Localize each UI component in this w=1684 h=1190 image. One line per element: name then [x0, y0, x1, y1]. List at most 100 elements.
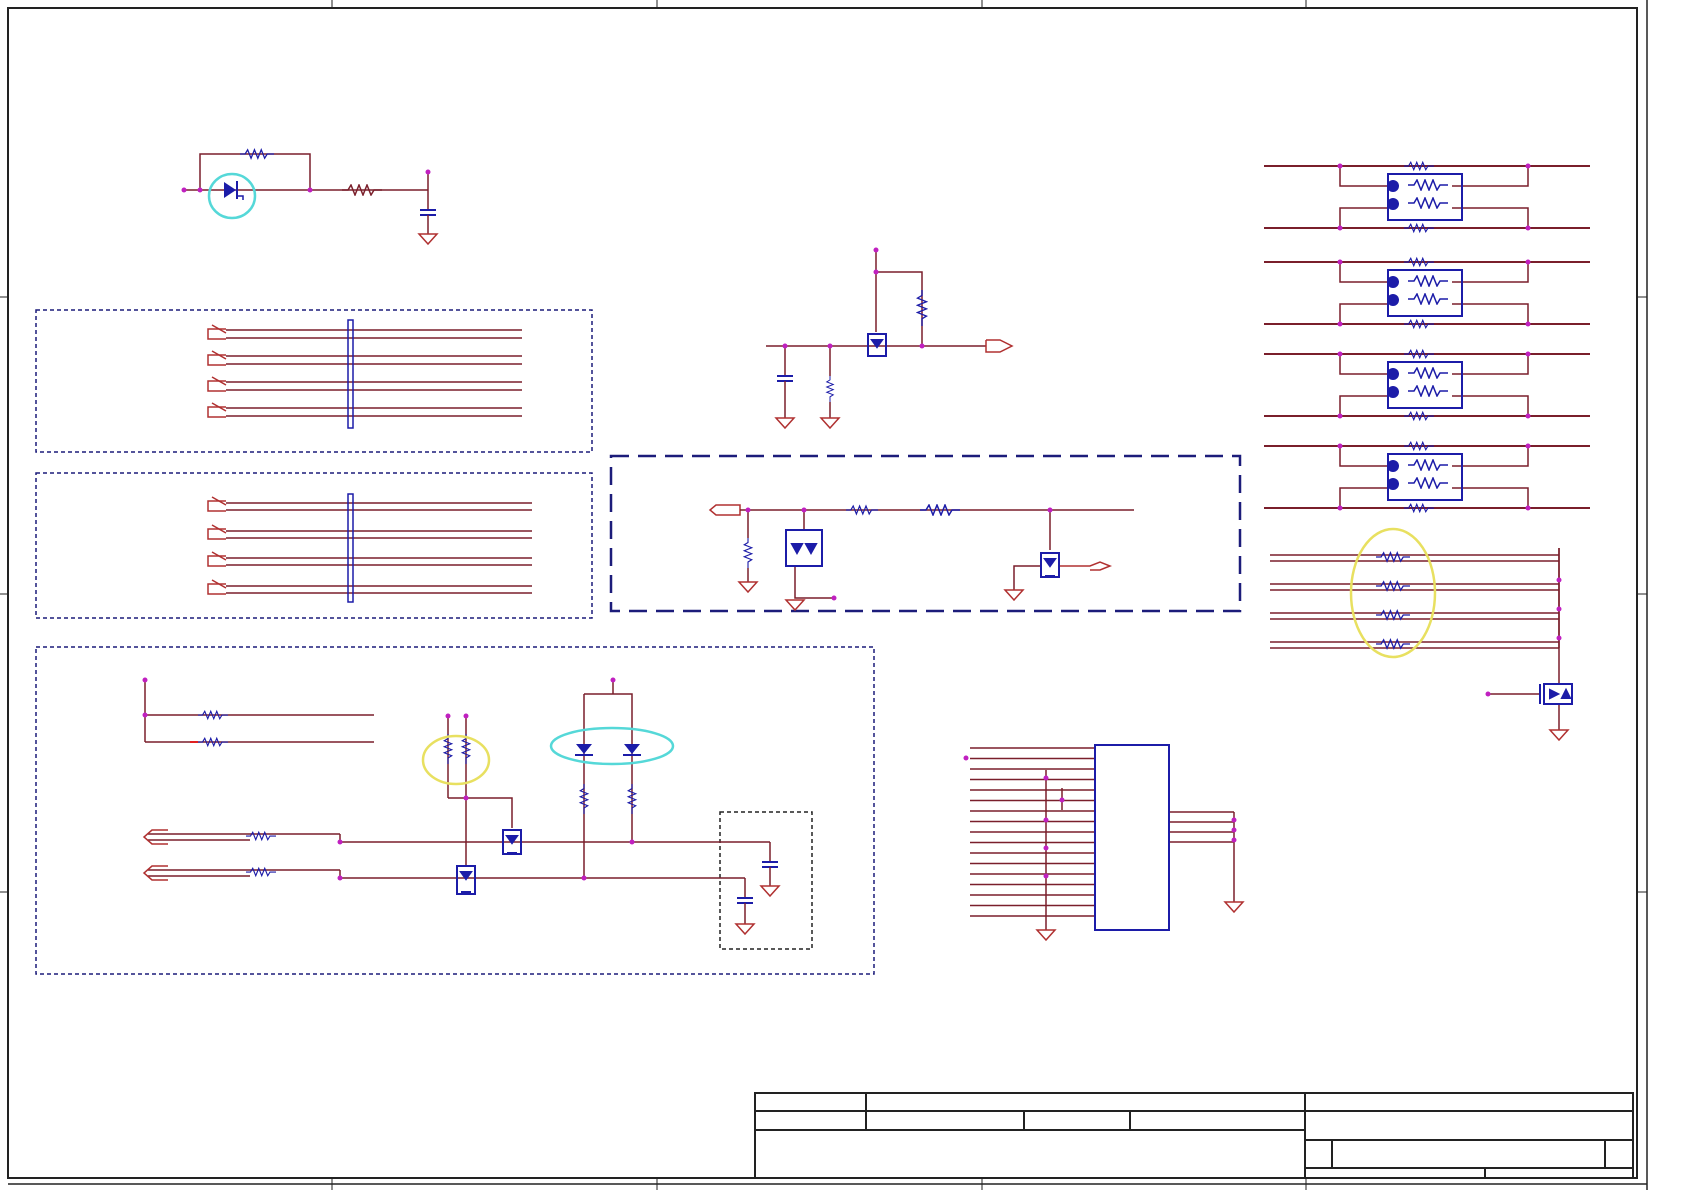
- choke-wire: [1339, 303, 1388, 324]
- mosfet-icon: [1040, 552, 1060, 578]
- array-resistor: [1376, 610, 1410, 620]
- junction-node: [307, 187, 313, 193]
- array-resistor: [1376, 581, 1410, 591]
- junction-node: [1525, 505, 1531, 511]
- choke-dot: [1387, 368, 1399, 380]
- ic-bus-circuit: [970, 747, 1245, 942]
- junction-node: [1556, 606, 1562, 612]
- choke-wire: [1339, 446, 1388, 467]
- junction-node: [1337, 259, 1343, 265]
- junction-node: [337, 875, 343, 881]
- junction-node: [1525, 259, 1531, 265]
- junction-node: [610, 677, 616, 683]
- junction-node: [782, 343, 788, 349]
- choke-wire: [1339, 207, 1388, 228]
- junction-node: [1485, 691, 1491, 697]
- junction-nodes: [142, 163, 1562, 881]
- choke-dot: [1387, 386, 1399, 398]
- choke-wire: [1452, 166, 1529, 187]
- resistor-array: [1270, 548, 1560, 649]
- junction-node: [1525, 413, 1531, 419]
- junction-node: [873, 269, 879, 275]
- junction-node: [1525, 443, 1531, 449]
- highlight-resistor-array: [1349, 527, 1437, 659]
- choke-wire: [1339, 166, 1388, 187]
- mosfet-icon: [867, 333, 887, 357]
- ground-symbol: [1035, 929, 1057, 942]
- choke-winding: [1407, 459, 1449, 471]
- choke-winding: [1407, 197, 1449, 209]
- choke-winding: [1407, 179, 1449, 191]
- highlight-diode-pair: [549, 726, 675, 766]
- title-block: [754, 1092, 1634, 1179]
- choke-wire: [1339, 487, 1388, 508]
- schematic-canvas: [0, 0, 1648, 1190]
- junction-node: [142, 712, 148, 718]
- choke-dot: [1387, 198, 1399, 210]
- junction-node: [1337, 225, 1343, 231]
- junction-node: [425, 169, 431, 175]
- junction-node: [581, 875, 587, 881]
- choke-wire: [1452, 354, 1529, 375]
- connector-pin: [207, 354, 226, 366]
- choke-dot: [1387, 180, 1399, 192]
- junction-node: [197, 187, 203, 193]
- junction-node: [1231, 827, 1237, 833]
- choke-dot: [1387, 276, 1399, 288]
- functional-block-frames: [35, 309, 875, 975]
- junction-node: [1525, 163, 1531, 169]
- junction-node: [629, 839, 635, 845]
- connector-pin: [207, 406, 226, 418]
- choke-winding: [1407, 477, 1449, 489]
- choke-dot: [1387, 478, 1399, 490]
- choke-wire: [1452, 303, 1529, 324]
- junction-node: [1337, 351, 1343, 357]
- choke-dot: [1387, 460, 1399, 472]
- connector-bus-block-2: [207, 493, 532, 603]
- choke-wire: [1339, 395, 1388, 416]
- junction-node: [1525, 225, 1531, 231]
- connector-bus-block-1: [207, 319, 522, 429]
- choke-winding: [1407, 275, 1449, 287]
- junction-node: [1043, 817, 1049, 823]
- mosfet-icon: [1539, 683, 1573, 705]
- junction-node: [463, 795, 469, 801]
- array-resistor: [1376, 639, 1410, 649]
- connector-pin: [207, 380, 226, 392]
- choke-winding: [1407, 293, 1449, 305]
- junction-node: [181, 187, 187, 193]
- highlight-led: [207, 172, 257, 220]
- diode-pair-icon: [575, 744, 641, 756]
- functional-block-frame-long-dash: [609, 454, 1242, 613]
- choke-wire: [1339, 262, 1388, 283]
- choke-wire: [1452, 487, 1529, 508]
- fet-switch-circuit: [766, 250, 1014, 430]
- junction-node: [1043, 775, 1049, 781]
- junction-node: [1337, 505, 1343, 511]
- choke-wire: [1452, 446, 1529, 467]
- choke-winding: [1407, 367, 1449, 379]
- junction-node: [1556, 577, 1562, 583]
- junction-node: [1337, 413, 1343, 419]
- junction-node: [1043, 845, 1049, 851]
- junction-node: [1047, 507, 1053, 513]
- connector-pin: [207, 328, 226, 340]
- junction-node: [873, 247, 879, 253]
- ground-symbol: [1223, 901, 1245, 914]
- connector-pin: [207, 500, 226, 512]
- choke-wire: [1339, 354, 1388, 375]
- junction-node: [445, 713, 451, 719]
- choke-dot: [1387, 294, 1399, 306]
- connector-pin: [207, 528, 226, 540]
- output-fet-circuit: [1488, 548, 1570, 742]
- schematic-sheet: [0, 0, 1684, 1190]
- junction-node: [142, 677, 148, 683]
- junction-node: [337, 839, 343, 845]
- choke-winding: [1407, 385, 1449, 397]
- led-circuit: [184, 149, 439, 246]
- junction-node: [1337, 443, 1343, 449]
- junction-node: [1059, 797, 1065, 803]
- connector-pin: [207, 555, 226, 567]
- junction-node: [1231, 837, 1237, 843]
- junction-node: [801, 507, 807, 513]
